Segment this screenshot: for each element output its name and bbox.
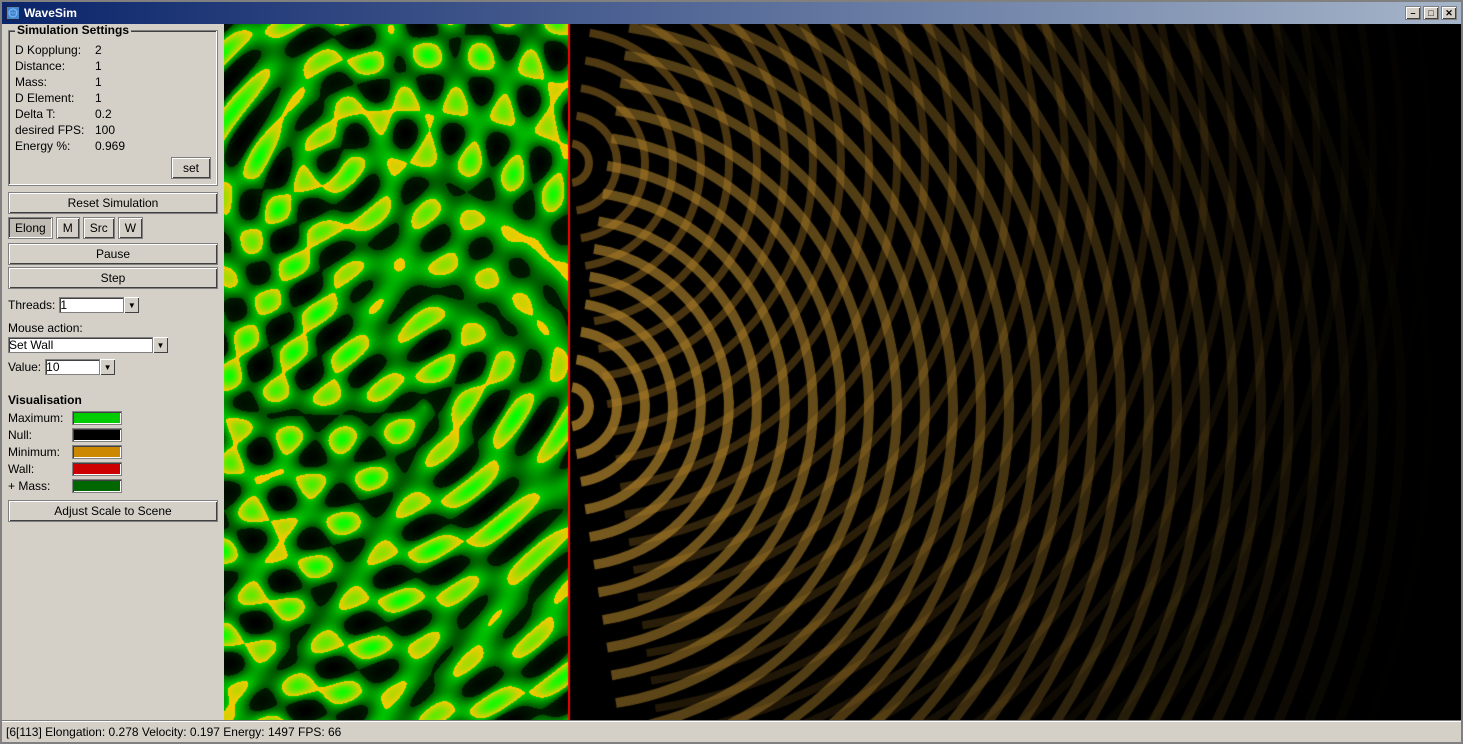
- value-select[interactable]: 1 5 10 20 50: [45, 359, 115, 375]
- title-bar-controls: – □ ✕: [1405, 6, 1457, 20]
- window-title: WaveSim: [24, 6, 77, 20]
- title-bar: WaveSim – □ ✕: [2, 2, 1461, 24]
- d-kopplung-row: D Kopplung: 2: [15, 43, 211, 57]
- left-panel: Simulation Settings D Kopplung: 2 Distan…: [2, 24, 224, 720]
- min-vis-row: Minimum:: [8, 445, 218, 459]
- threads-label: Threads:: [8, 298, 55, 312]
- distance-label: Distance:: [15, 59, 95, 73]
- distance-value: 1: [95, 59, 102, 73]
- value-label: Value:: [8, 360, 41, 374]
- value-row: Value: 1 5 10 20 50 ▼: [8, 359, 218, 375]
- main-window: WaveSim – □ ✕ Simulation Settings D Kopp…: [0, 0, 1463, 744]
- max-vis-row: Maximum:: [8, 411, 218, 425]
- delta-t-value: 0.2: [95, 107, 112, 121]
- mouse-action-label: Mouse action:: [8, 321, 83, 335]
- null-vis-label: Null:: [8, 428, 72, 442]
- main-content: Simulation Settings D Kopplung: 2 Distan…: [2, 24, 1461, 720]
- distance-row: Distance: 1: [15, 59, 211, 73]
- close-button[interactable]: ✕: [1441, 6, 1457, 20]
- energy-label: Energy %:: [15, 139, 95, 153]
- mouse-action-select[interactable]: Set Wall Remove Wall Add Source Remove S…: [8, 337, 168, 353]
- app-icon: [6, 6, 20, 20]
- simulation-canvas[interactable]: [224, 24, 1461, 720]
- wall-vis-label: Wall:: [8, 462, 72, 476]
- null-vis-row: Null:: [8, 428, 218, 442]
- threads-select-wrapper: 1 2 4 8 ▼: [59, 297, 139, 313]
- min-color-box: [72, 445, 122, 459]
- adjust-scale-button[interactable]: Adjust Scale to Scene: [8, 500, 218, 522]
- mass-vis-label: + Mass:: [8, 479, 72, 493]
- mass-color-box: [72, 479, 122, 493]
- value-select-wrapper: 1 5 10 20 50 ▼: [45, 359, 115, 375]
- mass-vis-row: + Mass:: [8, 479, 218, 493]
- delta-t-label: Delta T:: [15, 107, 95, 121]
- maximize-button[interactable]: □: [1423, 6, 1439, 20]
- threads-row: Threads: 1 2 4 8 ▼: [8, 297, 218, 313]
- title-bar-left: WaveSim: [6, 6, 77, 20]
- threads-select[interactable]: 1 2 4 8: [59, 297, 139, 313]
- settings-group: Simulation Settings D Kopplung: 2 Distan…: [8, 30, 218, 186]
- energy-value: 0.969: [95, 139, 125, 153]
- settings-group-label: Simulation Settings: [15, 24, 131, 37]
- mass-row: Mass: 1: [15, 75, 211, 89]
- mass-label: Mass:: [15, 75, 95, 89]
- fps-label: desired FPS:: [15, 123, 95, 137]
- control-buttons: Reset Simulation Elong M Src W Pause Ste…: [8, 190, 218, 289]
- delta-t-row: Delta T: 0.2: [15, 107, 211, 121]
- status-text: [6[113] Elongation: 0.278 Velocity: 0.19…: [6, 725, 341, 739]
- mouse-action-select-wrapper: Set Wall Remove Wall Add Source Remove S…: [8, 337, 168, 353]
- w-button[interactable]: W: [118, 217, 143, 239]
- step-button[interactable]: Step: [8, 267, 218, 289]
- max-color-box: [72, 411, 122, 425]
- visualisation-title: Visualisation: [8, 393, 218, 407]
- d-kopplung-value: 2: [95, 43, 102, 57]
- d-element-value: 1: [95, 91, 102, 105]
- min-vis-label: Minimum:: [8, 445, 72, 459]
- wall-vis-row: Wall:: [8, 462, 218, 476]
- m-button[interactable]: M: [56, 217, 80, 239]
- minimize-button[interactable]: –: [1405, 6, 1421, 20]
- mode-buttons: Elong M Src W: [8, 217, 218, 239]
- max-vis-label: Maximum:: [8, 411, 72, 425]
- d-element-row: D Element: 1: [15, 91, 211, 105]
- fps-row: desired FPS: 100: [15, 123, 211, 137]
- energy-row: Energy %: 0.969: [15, 139, 211, 153]
- reset-simulation-button[interactable]: Reset Simulation: [8, 192, 218, 214]
- d-element-label: D Element:: [15, 91, 95, 105]
- simulation-area: [224, 24, 1461, 720]
- mouse-action-label-row: Mouse action:: [8, 321, 218, 335]
- mass-value: 1: [95, 75, 102, 89]
- set-button[interactable]: set: [171, 157, 211, 179]
- wall-color-box: [72, 462, 122, 476]
- fps-value: 100: [95, 123, 115, 137]
- elong-button[interactable]: Elong: [8, 217, 53, 239]
- d-kopplung-label: D Kopplung:: [15, 43, 95, 57]
- mouse-action-section: Mouse action: Set Wall Remove Wall Add S…: [8, 321, 218, 353]
- null-color-box: [72, 428, 122, 442]
- status-bar: [6[113] Elongation: 0.278 Velocity: 0.19…: [2, 720, 1461, 742]
- src-button[interactable]: Src: [83, 217, 115, 239]
- pause-button[interactable]: Pause: [8, 243, 218, 265]
- visualisation-section: Visualisation Maximum: Null: Minimum: Wa…: [8, 387, 218, 522]
